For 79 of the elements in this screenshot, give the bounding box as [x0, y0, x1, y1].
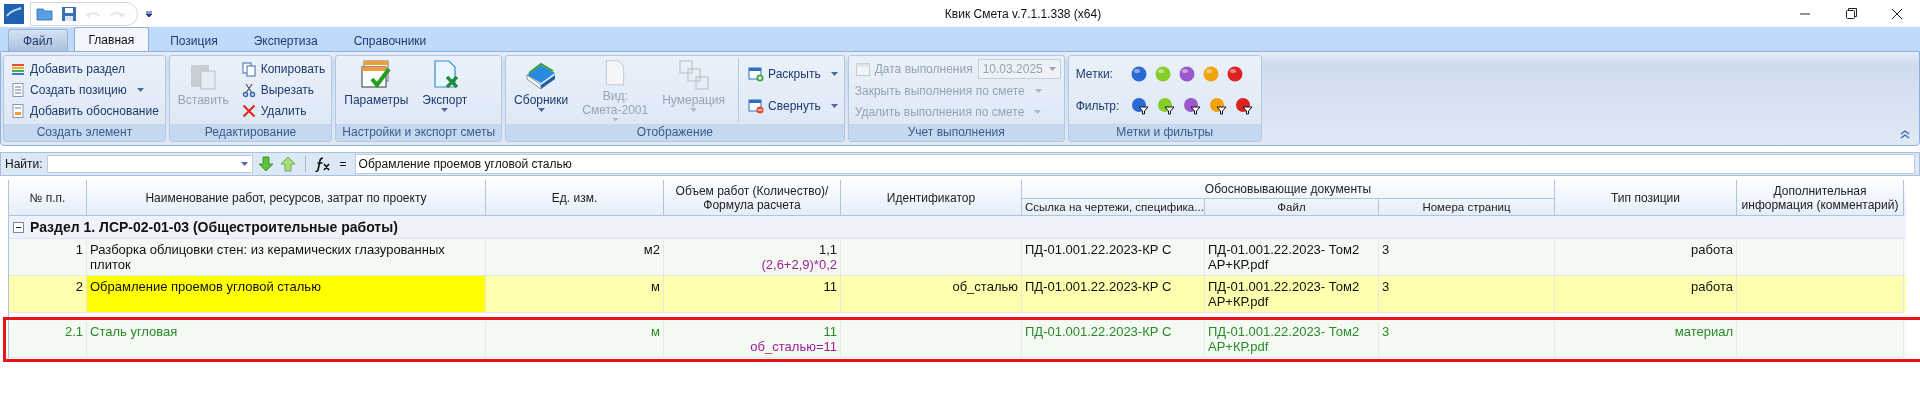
ribbon-button[interactable]: Сборники	[509, 58, 574, 122]
group-caption: Создать элемент	[4, 124, 165, 141]
volume-value: 1,1	[818, 242, 837, 257]
table-cell: 2.1	[9, 321, 87, 358]
table-cell: материал	[1555, 321, 1737, 358]
table-cell: Обрамление проемов угловой сталью	[87, 276, 486, 313]
table-cell: м	[486, 321, 664, 358]
filter-funnel-icon[interactable]	[1207, 97, 1228, 115]
group-caption: Настройки и экспорт сметы	[336, 124, 502, 141]
function-icon[interactable]	[313, 156, 332, 172]
customize-caret-icon[interactable]	[144, 8, 154, 19]
section-row[interactable]: Раздел 1. ЛСР-02-01-03 (Общестроительные работы)	[9, 216, 1906, 239]
ribbon-tab[interactable]: Главная	[73, 27, 150, 51]
table-cell: ПД-01.001.22.2023- Том2 АР+КР.pdf	[1205, 276, 1379, 313]
table-cell: Сталь угловая	[87, 321, 486, 358]
formula-text: (2,6+2,9)*0,2	[761, 257, 837, 272]
scissors-icon	[240, 82, 257, 98]
calendar-icon	[854, 61, 871, 78]
table-cell: ПД-01.001.22.2023-КР С	[1022, 321, 1205, 358]
find-label: Найти:	[5, 157, 43, 171]
ribbon-tab[interactable]: Позиция	[155, 29, 233, 51]
expand-icon	[748, 66, 765, 82]
mark-ball-icon[interactable]	[1129, 65, 1148, 83]
file-menu-tab[interactable]: Файл	[8, 29, 68, 51]
ribbon-button[interactable]: Вырезать	[237, 80, 329, 100]
table-cell: м	[486, 276, 664, 313]
caret-icon[interactable]	[240, 162, 248, 166]
ribbon-button[interactable]: Создать позицию	[7, 80, 162, 100]
collapse-toggle-icon[interactable]	[13, 221, 24, 233]
group-caption: Отображение	[506, 124, 844, 141]
ribbon-button[interactable]: Экспорт	[417, 58, 473, 122]
ribbon-button[interactable]: Копировать	[237, 58, 329, 79]
find-next-icon[interactable]	[256, 155, 275, 173]
filter-funnel-icon[interactable]	[1129, 97, 1150, 115]
group-caption: Редактирование	[169, 124, 332, 141]
settings-window-icon	[360, 59, 393, 91]
filter-funnel-icon[interactable]	[1181, 97, 1202, 115]
marks-label: Метки:	[1075, 67, 1114, 81]
table-cell: об_сталью	[841, 276, 1022, 313]
note-icon	[10, 103, 26, 120]
ribbon-button[interactable]: Свернуть	[745, 96, 841, 116]
document-list-icon	[10, 82, 26, 98]
find-field[interactable]	[46, 155, 253, 173]
formula-text: об_сталью=11	[750, 339, 837, 354]
section-title: Раздел 1. ЛСР-02-01-03 (Общестроительные работы)	[30, 219, 398, 235]
table-cell: работа	[1555, 276, 1737, 313]
collapse-icon	[748, 98, 765, 114]
filter-funnel-icon[interactable]	[1233, 97, 1254, 115]
filter-funnel-icon[interactable]	[1155, 97, 1176, 115]
collapse-ribbon-icon[interactable]	[1899, 128, 1911, 140]
column-group-header: Обосновывающие документы	[1022, 180, 1555, 199]
cross-icon	[240, 103, 257, 120]
copy-icon	[240, 60, 257, 77]
ribbon-button[interactable]: Добавить раздел	[7, 58, 162, 79]
table-row[interactable]: 1 Разборка облицовки стен: из керамических глазурованных плиток м2 1,1 (2,6+2,9)*0,2 ПД-01.001.22.2023-КР С ПД-01.001.22.2023- Том2 АР+КР.pdf 3 работа	[9, 239, 1906, 276]
formula-field[interactable]: Обрамление проемов угловой сталью	[354, 154, 1915, 174]
table-cell: 3	[1379, 321, 1555, 358]
volume-value: 11	[823, 279, 837, 294]
ribbon-button[interactable]: Добавить обоснование	[7, 101, 162, 122]
volume-value: 11	[823, 324, 837, 339]
table-row[interactable]: 2 Обрамление проемов угловой сталью м 11 об_сталью ПД-01.001.22.2023-КР С ПД-01.001.22.2023- Том2 АР+КР.pdf 3 работа	[9, 276, 1906, 313]
ribbon-button[interactable]: Параметры	[339, 58, 414, 122]
mark-ball-icon[interactable]	[1177, 65, 1196, 83]
filter-label: Фильтр:	[1075, 99, 1121, 113]
ribbon-tab[interactable]: Справочники	[338, 29, 442, 51]
group-caption: Метки и фильтры	[1068, 124, 1261, 141]
group-caption: Учет выполнения	[848, 124, 1064, 141]
mark-ball-icon[interactable]	[1225, 65, 1244, 83]
table-cell: 3	[1379, 276, 1555, 313]
numbers-icon	[677, 59, 710, 91]
equals-sign: =	[338, 157, 348, 171]
table-cell: ПД-01.001.22.2023- Том2 АР+КР.pdf	[1205, 321, 1379, 358]
ribbon-tab[interactable]: Экспертиза	[238, 29, 333, 51]
table-cell: ПД-01.001.22.2023-КР С	[1022, 276, 1205, 313]
app-logo-icon	[4, 3, 24, 24]
window-title: Квик Смета v.7.1.1.338 (x64)	[943, 6, 1103, 21]
save-icon[interactable]	[59, 4, 79, 23]
ribbon-button[interactable]: Раскрыть	[745, 64, 841, 84]
ribbon-button[interactable]: Удалить	[237, 101, 329, 122]
